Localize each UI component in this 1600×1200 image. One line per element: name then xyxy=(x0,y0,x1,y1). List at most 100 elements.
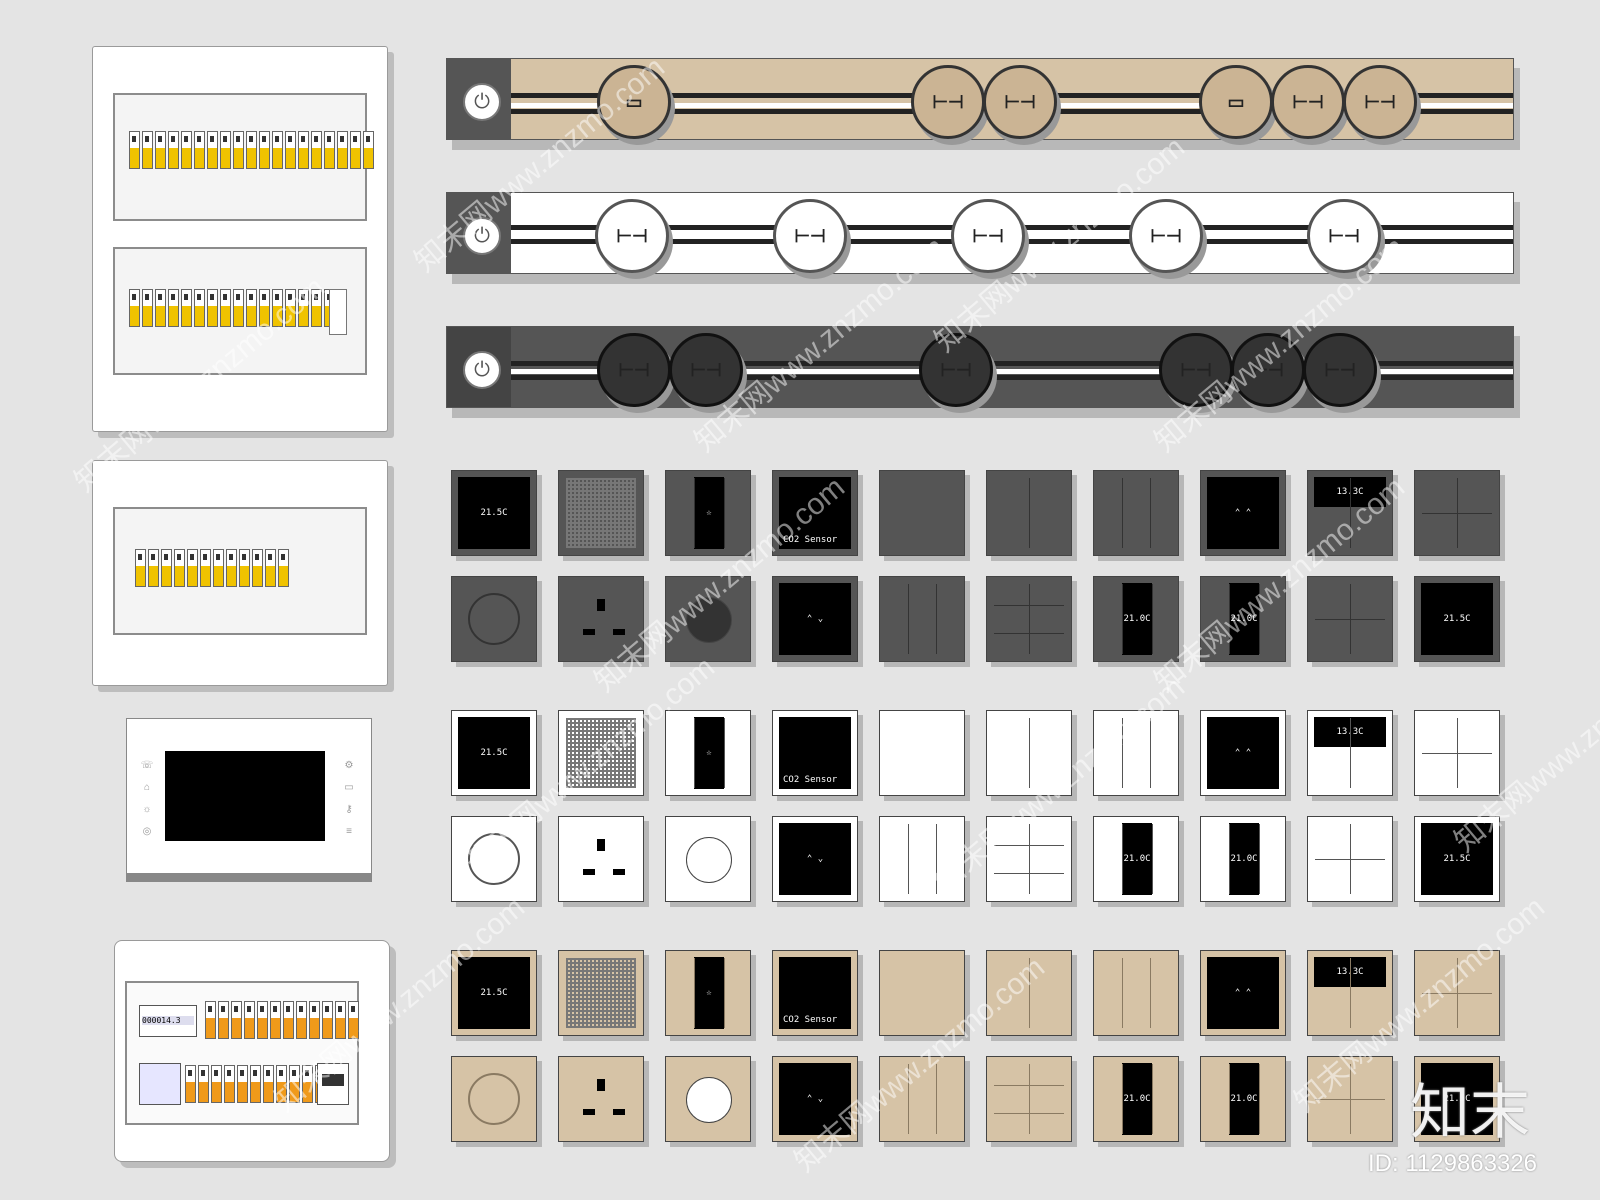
uk-socket-pin[interactable] xyxy=(597,599,605,611)
switch-v3[interactable] xyxy=(1093,710,1179,796)
circuit-breaker[interactable] xyxy=(335,1001,346,1039)
room-thermostat[interactable]: 21.0C xyxy=(1122,1063,1152,1135)
uk-socket-pin[interactable] xyxy=(613,629,625,635)
switch-blinds[interactable]: ⌃ ⌃ xyxy=(1200,470,1286,556)
switch-dimmer[interactable] xyxy=(665,1056,751,1142)
switch-scene[interactable]: ☆ xyxy=(665,470,751,556)
switch-v3[interactable] xyxy=(1093,470,1179,556)
circuit-breaker[interactable] xyxy=(239,549,250,587)
switch-schuko[interactable] xyxy=(451,816,537,902)
power-icon[interactable]: ⏻ xyxy=(463,83,501,121)
circuit-breaker[interactable] xyxy=(272,131,283,169)
power-icon[interactable]: ⏻ xyxy=(463,217,501,255)
switch-uk[interactable] xyxy=(558,816,644,902)
usb-socket[interactable]: ▭ xyxy=(1199,65,1273,139)
usb-socket[interactable]: ▭ xyxy=(597,65,671,139)
switch-rtv2[interactable]: 21.0C xyxy=(1200,576,1286,662)
thermostat-screen[interactable]: 21.5C xyxy=(458,957,530,1029)
circuit-breaker[interactable] xyxy=(302,1065,313,1103)
schuko-socket[interactable] xyxy=(468,593,520,645)
switch-thermo[interactable]: 21.5C xyxy=(451,710,537,796)
switch-thermo[interactable]: 21.5C xyxy=(1414,576,1500,662)
circuit-breaker[interactable] xyxy=(257,1001,268,1039)
uk-socket-pin[interactable] xyxy=(583,869,595,875)
circuit-breaker[interactable] xyxy=(272,289,283,327)
blinds-switch[interactable]: ⌃ ⌃ xyxy=(1207,957,1279,1029)
scene-screen[interactable]: ☆ xyxy=(694,717,724,789)
circuit-breaker[interactable] xyxy=(220,131,231,169)
unlock-icon[interactable]: ⚷ xyxy=(339,799,359,821)
circuit-breaker[interactable] xyxy=(363,131,374,169)
circuit-breaker[interactable] xyxy=(168,131,179,169)
blinds-switch[interactable]: ⌃ ⌃ xyxy=(1207,477,1279,549)
circuit-breaker[interactable] xyxy=(233,289,244,327)
switch-q3[interactable] xyxy=(1414,950,1500,1036)
uk-socket-pin[interactable] xyxy=(583,1109,595,1115)
switch-rtv[interactable]: 21.0C xyxy=(1093,1056,1179,1142)
switch-sensor[interactable]: CO2 Sensor xyxy=(772,710,858,796)
switch-scene[interactable]: ☆ xyxy=(665,710,751,796)
uk-socket-pin[interactable] xyxy=(613,1109,625,1115)
power-socket[interactable]: ⊢⊣ xyxy=(773,199,847,273)
circuit-breaker[interactable] xyxy=(198,1065,209,1103)
power-icon[interactable]: ⏻ xyxy=(463,351,501,389)
settings-icon[interactable]: ⚙ xyxy=(339,755,359,777)
power-socket[interactable]: ⊢⊣ xyxy=(983,65,1057,139)
scene-screen[interactable]: ☆ xyxy=(694,477,724,549)
circuit-breaker[interactable] xyxy=(337,131,348,169)
uk-socket-pin[interactable] xyxy=(613,869,625,875)
circuit-breaker[interactable] xyxy=(207,131,218,169)
switch-thermo[interactable]: 21.5C xyxy=(1414,816,1500,902)
dimmer-knob[interactable] xyxy=(686,837,732,883)
circuit-breaker[interactable] xyxy=(181,131,192,169)
blinds-switch[interactable]: ⌃ ⌃ xyxy=(1207,717,1279,789)
phone-icon[interactable]: ☏ xyxy=(137,755,157,777)
circuit-breaker[interactable] xyxy=(200,549,211,587)
circuit-breaker[interactable] xyxy=(246,131,257,169)
circuit-breaker[interactable] xyxy=(194,289,205,327)
uk-socket-pin[interactable] xyxy=(597,839,605,851)
power-socket[interactable]: ⊢⊣ xyxy=(1307,199,1381,273)
circuit-breaker[interactable] xyxy=(322,1001,333,1039)
thermostat-screen[interactable]: 21.5C xyxy=(1421,583,1493,655)
switch-grille[interactable] xyxy=(558,470,644,556)
circuit-breaker[interactable] xyxy=(224,1065,235,1103)
circuit-breaker[interactable] xyxy=(135,549,146,587)
circuit-breaker[interactable] xyxy=(298,131,309,169)
up-down-switch[interactable]: ⌃ ⌄ xyxy=(779,583,851,655)
switch-q4[interactable] xyxy=(1307,816,1393,902)
circuit-breaker[interactable] xyxy=(250,1065,261,1103)
switch-q4[interactable] xyxy=(1307,576,1393,662)
switch-v3[interactable] xyxy=(879,816,965,902)
power-socket[interactable]: ⊢⊣ xyxy=(919,333,993,407)
thermostat-screen[interactable]: 21.5C xyxy=(1421,823,1493,895)
circuit-breaker[interactable] xyxy=(278,549,289,587)
menu-icon[interactable]: ≡ xyxy=(339,821,359,843)
circuit-breaker[interactable] xyxy=(348,1001,359,1039)
circuit-breaker[interactable] xyxy=(220,289,231,327)
switch-v2[interactable] xyxy=(986,710,1072,796)
switch-sensor[interactable]: CO2 Sensor xyxy=(772,950,858,1036)
thermostat-screen[interactable]: 21.5C xyxy=(458,477,530,549)
circuit-breaker[interactable] xyxy=(205,1001,216,1039)
circuit-breaker[interactable] xyxy=(142,131,153,169)
circuit-breaker[interactable] xyxy=(311,131,322,169)
switch-uk[interactable] xyxy=(558,576,644,662)
switch-schuko[interactable] xyxy=(451,1056,537,1142)
circuit-breaker[interactable] xyxy=(311,289,322,327)
circuit-breaker[interactable] xyxy=(142,289,153,327)
switch-grille[interactable] xyxy=(558,710,644,796)
circuit-breaker[interactable] xyxy=(155,131,166,169)
circuit-breaker[interactable] xyxy=(350,131,361,169)
switch-display[interactable]: 13.3C xyxy=(1307,950,1393,1036)
room-thermostat[interactable]: 21.0C xyxy=(1229,823,1259,895)
light-icon[interactable]: ☼ xyxy=(137,799,157,821)
door-icon[interactable]: ⌂ xyxy=(137,777,157,799)
switch-v3[interactable] xyxy=(1093,950,1179,1036)
switch-v3[interactable] xyxy=(879,576,965,662)
room-thermostat[interactable]: 21.0C xyxy=(1122,823,1152,895)
circuit-breaker[interactable] xyxy=(270,1001,281,1039)
switch-grid6[interactable] xyxy=(986,1056,1072,1142)
switch-dimmer[interactable] xyxy=(665,816,751,902)
camera-icon[interactable]: ◎ xyxy=(137,821,157,843)
